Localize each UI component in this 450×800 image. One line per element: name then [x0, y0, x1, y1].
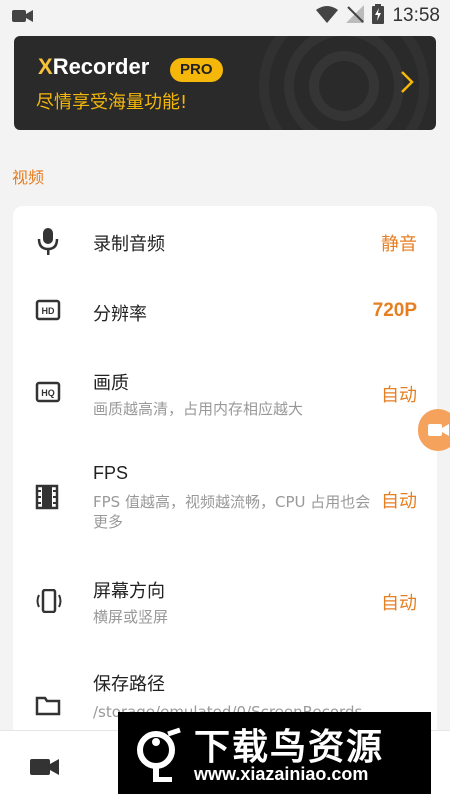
setting-value: 自动	[381, 385, 417, 406]
microphone-icon	[35, 226, 61, 260]
pro-badge: PRO	[170, 58, 223, 82]
video-settings-card: 录制音频 静音 HD 分辨率 720P HQ 画质 画质越高清，占用内存相应越大…	[13, 206, 437, 746]
setting-fps[interactable]: FPS FPS 值越高，视频越流畅，CPU 占用也会更多 自动	[13, 438, 437, 556]
video-camera-icon	[12, 8, 34, 28]
setting-title: 屏幕方向	[93, 581, 165, 602]
xrecorder-logo: XRecorder	[38, 54, 150, 79]
film-icon	[35, 484, 59, 514]
hd-icon: HD	[35, 299, 61, 325]
watermark: 下载鸟资源 www.xiazainiao.com	[118, 712, 431, 794]
video-camera-icon[interactable]	[30, 757, 60, 781]
folder-icon	[35, 694, 61, 720]
setting-quality[interactable]: HQ 画质 画质越高清，占用内存相应越大 自动	[13, 346, 437, 438]
svg-text:HD: HD	[42, 306, 55, 316]
setting-title: FPS	[93, 463, 129, 483]
banner-subtitle: 尽情享受海量功能!	[36, 92, 188, 113]
pro-upgrade-banner[interactable]: XRecorder PRO 尽情享受海量功能!	[14, 36, 436, 130]
video-camera-icon	[428, 421, 450, 443]
setting-resolution[interactable]: HD 分辨率 720P	[13, 276, 437, 346]
setting-subtitle: FPS 值越高，视频越流畅，CPU 占用也会更多	[93, 493, 371, 531]
setting-screen-orientation[interactable]: 屏幕方向 横屏或竖屏 自动	[13, 556, 437, 648]
banner-decoration	[259, 36, 429, 130]
setting-value: 720P	[372, 300, 417, 321]
status-time: 13:58	[392, 5, 440, 26]
no-signal-icon	[346, 5, 365, 27]
chevron-right-icon	[400, 70, 414, 98]
setting-title: 分辨率	[93, 304, 147, 325]
battery-charging-icon	[372, 4, 385, 28]
setting-subtitle: 画质越高清，占用内存相应越大	[93, 400, 304, 418]
setting-subtitle: 横屏或竖屏	[93, 608, 169, 626]
setting-title: 保存路径	[93, 674, 165, 695]
setting-title: 画质	[93, 373, 129, 394]
setting-value: 自动	[381, 491, 417, 512]
wifi-icon	[316, 5, 339, 27]
section-title-video: 视频	[12, 168, 45, 187]
hq-icon: HQ	[35, 381, 61, 407]
setting-value: 静音	[381, 234, 417, 255]
floating-record-button[interactable]	[418, 409, 450, 451]
bird-logo-icon	[134, 726, 184, 786]
setting-value: 自动	[381, 593, 417, 614]
setting-title: 录制音频	[93, 234, 165, 255]
setting-record-audio[interactable]: 录制音频 静音	[13, 206, 437, 276]
watermark-title: 下载鸟资源	[194, 727, 385, 768]
status-bar: 13:58	[0, 0, 450, 32]
screen-rotation-icon	[35, 588, 63, 617]
watermark-url: www.xiazainiao.com	[194, 764, 369, 784]
svg-text:HQ: HQ	[41, 388, 55, 398]
